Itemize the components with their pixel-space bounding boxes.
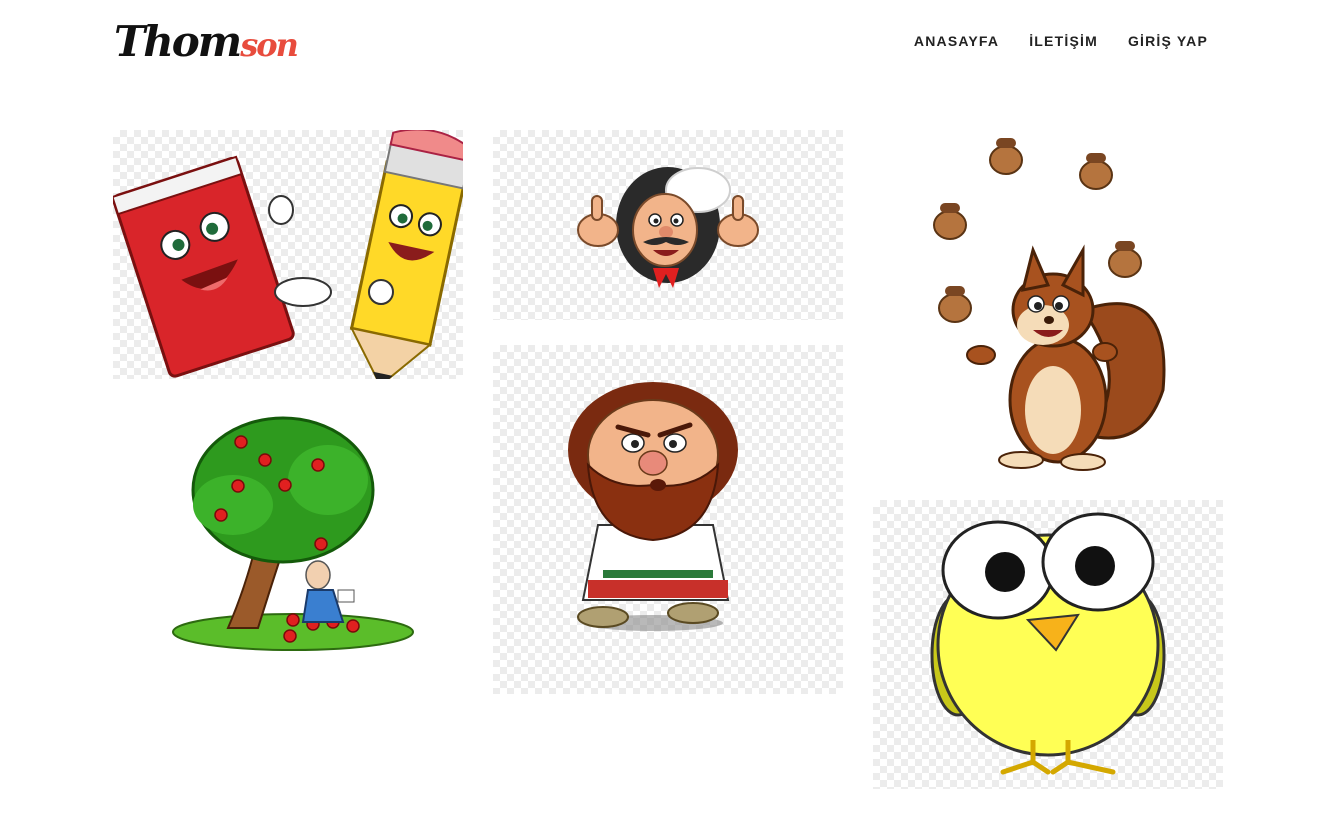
chef-illustration (577, 167, 759, 288)
nav-link-home[interactable]: ANASAYFA (914, 30, 999, 52)
apple-tree-illustration (172, 416, 414, 651)
logo-accent-text: son (240, 26, 299, 64)
gallery-item-bearded-man[interactable] (493, 345, 843, 694)
site-logo[interactable]: Thomson (114, 14, 299, 70)
book-pencil-illustration (113, 130, 463, 379)
gallery-item-apple-tree[interactable] (113, 400, 463, 670)
squirrel-illustration (933, 138, 1166, 471)
page: Thomson ANASAYFA İLETİŞİM GİRİŞ YAP (0, 0, 1344, 826)
nav-link-contact[interactable]: İLETİŞİM (1029, 30, 1098, 52)
gallery-item-yellow-bird[interactable] (873, 500, 1223, 789)
gallery-item-chef[interactable] (493, 130, 843, 320)
gallery-item-book-pencil[interactable] (113, 130, 463, 379)
gallery-item-squirrel[interactable] (873, 130, 1223, 480)
bearded-man-illustration (568, 382, 738, 631)
yellow-bird-illustration (930, 512, 1166, 775)
logo-main-text: Thom (114, 17, 242, 66)
main-nav: ANASAYFA İLETİŞİM GİRİŞ YAP (914, 30, 1208, 52)
nav-link-login[interactable]: GİRİŞ YAP (1128, 30, 1208, 52)
